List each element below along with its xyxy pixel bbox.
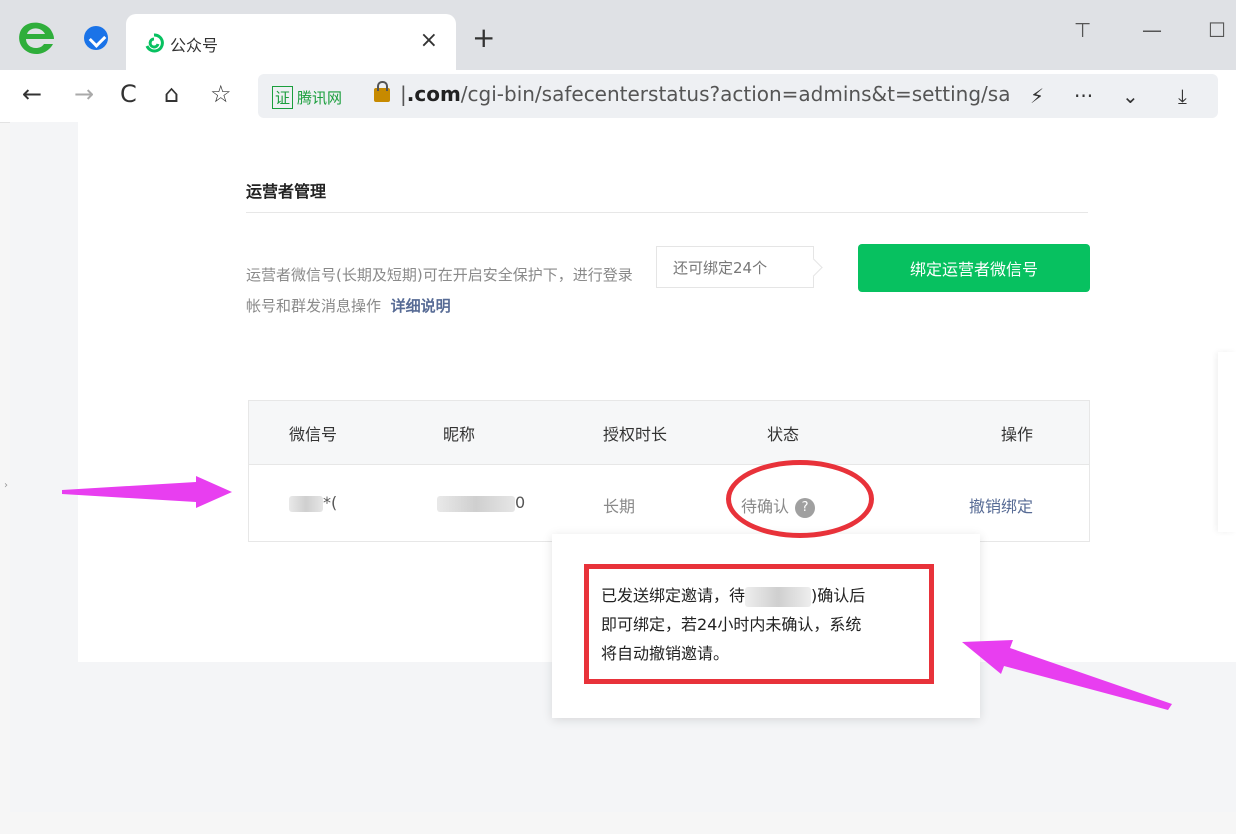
browser-window: 公众号 × + ⊤ — ☐ ← → C ⌂ ☆ 证腾讯网 |.com/cgi-b… [0, 0, 1236, 834]
right-arrow-icon [962, 640, 1172, 710]
collapse-handle-icon[interactable]: › [4, 480, 8, 491]
left-arrow-icon [62, 476, 232, 508]
annotation-arrows [62, 476, 1172, 710]
